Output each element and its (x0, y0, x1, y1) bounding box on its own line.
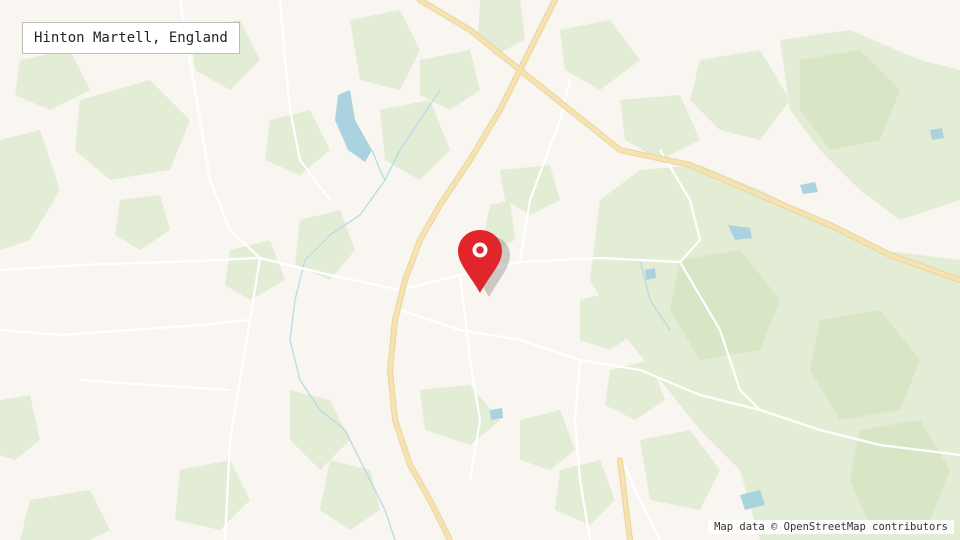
place-name-label: Hinton Martell, England (22, 22, 240, 54)
map-view[interactable]: Hinton Martell, England Map data © OpenS… (0, 0, 960, 540)
marker-dot-icon (476, 246, 484, 254)
map-attribution[interactable]: Map data © OpenStreetMap contributors (708, 520, 954, 534)
map-canvas[interactable] (0, 0, 960, 540)
